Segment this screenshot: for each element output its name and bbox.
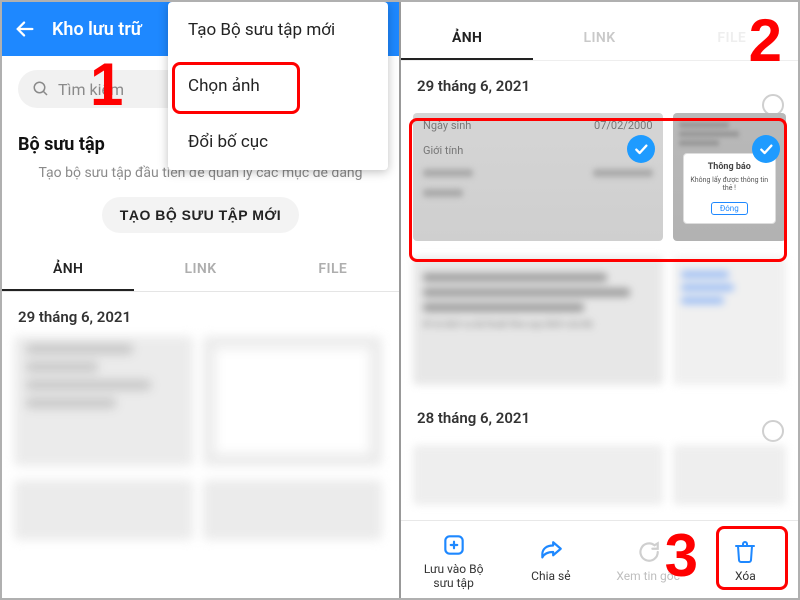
menu-select-photo[interactable]: Chọn ảnh [168,58,388,114]
tab-photo[interactable]: ẢNH [2,249,134,291]
share-button[interactable]: Chia sẻ [511,539,591,583]
thumbnail[interactable] [203,480,382,540]
dialog-preview: Thông báo Không lấy được thông tin thẻ !… [683,153,776,224]
menu-change-layout[interactable]: Đổi bố cục [168,114,388,170]
dialog-close-button: Đóng [711,202,748,215]
annotation-number-1: 1 [90,50,123,119]
button-label: Xóa [735,569,756,583]
add-collection-icon [441,532,467,558]
tab-link[interactable]: LINK [533,18,665,60]
thumb-field-value: 07/02/2000 [594,119,653,132]
thumbnail-row-blurred [401,437,798,497]
selected-thumbnail-2[interactable]: Thông báo Không lấy được thông tin thẻ !… [673,113,786,241]
button-label: Lưu vào Bộ sưu tập [414,562,494,590]
annotation-number-2: 2 [749,6,782,75]
thumbnail[interactable] [413,445,663,505]
date-header-1: 29 tháng 6, 2021 [401,61,798,105]
back-arrow-icon[interactable] [14,18,36,40]
save-to-collection-button[interactable]: Lưu vào Bộ sưu tập [414,532,494,590]
thumbnail[interactable]: tế và dịch vụ kỹ thuật theo quy định của… [413,257,663,385]
create-collection-button[interactable]: TẠO BỘ SƯU TẬP MỚI [102,197,299,233]
right-panel: ẢNH LINK FILE 29 tháng 6, 2021 Ngày sinh… [401,2,798,598]
thumb-field-label: Giới tính [423,144,463,157]
annotation-number-3: 3 [665,521,698,590]
tab-photo[interactable]: ẢNH [401,18,533,60]
selected-thumbnail-1[interactable]: Ngày sinh 07/02/2000 Giới tính [413,113,663,241]
delete-button[interactable]: Xóa [705,539,785,583]
date-header-2: 28 tháng 6, 2021 [401,393,798,437]
trash-icon [733,539,757,565]
button-label: Chia sẻ [531,569,570,583]
thumbnail[interactable] [203,336,382,466]
thumbnail[interactable] [14,336,193,466]
check-icon[interactable] [752,135,780,163]
message-icon [635,539,661,565]
topbar-title: Kho lưu trữ [52,19,142,40]
date-header: 29 tháng 6, 2021 [2,292,399,336]
thumb-caption: tế và dịch vụ kỹ thuật theo quy định của… [423,320,653,330]
thumbnail[interactable] [673,445,786,505]
dialog-message: Không lấy được thông tin thẻ ! [690,176,769,192]
thumbnail-row-blurred: tế và dịch vụ kỹ thuật theo quy định của… [401,249,798,393]
context-menu: Tạo Bộ sưu tập mới Chọn ảnh Đổi bố cục [168,2,388,170]
tab-file[interactable]: FILE [267,249,399,291]
thumb-field-label: Ngày sinh [423,119,471,132]
tabs-right: ẢNH LINK FILE [401,8,798,61]
tab-link[interactable]: LINK [134,249,266,291]
thumbnail-row-selected: Ngày sinh 07/02/2000 Giới tính Thông báo [401,105,798,249]
menu-create-collection[interactable]: Tạo Bộ sưu tập mới [168,2,388,58]
thumbnail[interactable] [14,480,193,540]
dialog-title: Thông báo [690,162,769,172]
blurred-content [2,336,399,540]
share-icon [538,539,564,565]
thumbnail[interactable] [673,257,786,385]
tabs: ẢNH LINK FILE [2,249,399,292]
left-panel: Kho lưu trữ Tìm kiếm Bộ sưu tập Tạo bộ s… [2,2,399,598]
check-icon[interactable] [627,135,655,163]
bottom-action-bar: Lưu vào Bộ sưu tập Chia sẻ Xem tin gốc X… [401,520,798,598]
